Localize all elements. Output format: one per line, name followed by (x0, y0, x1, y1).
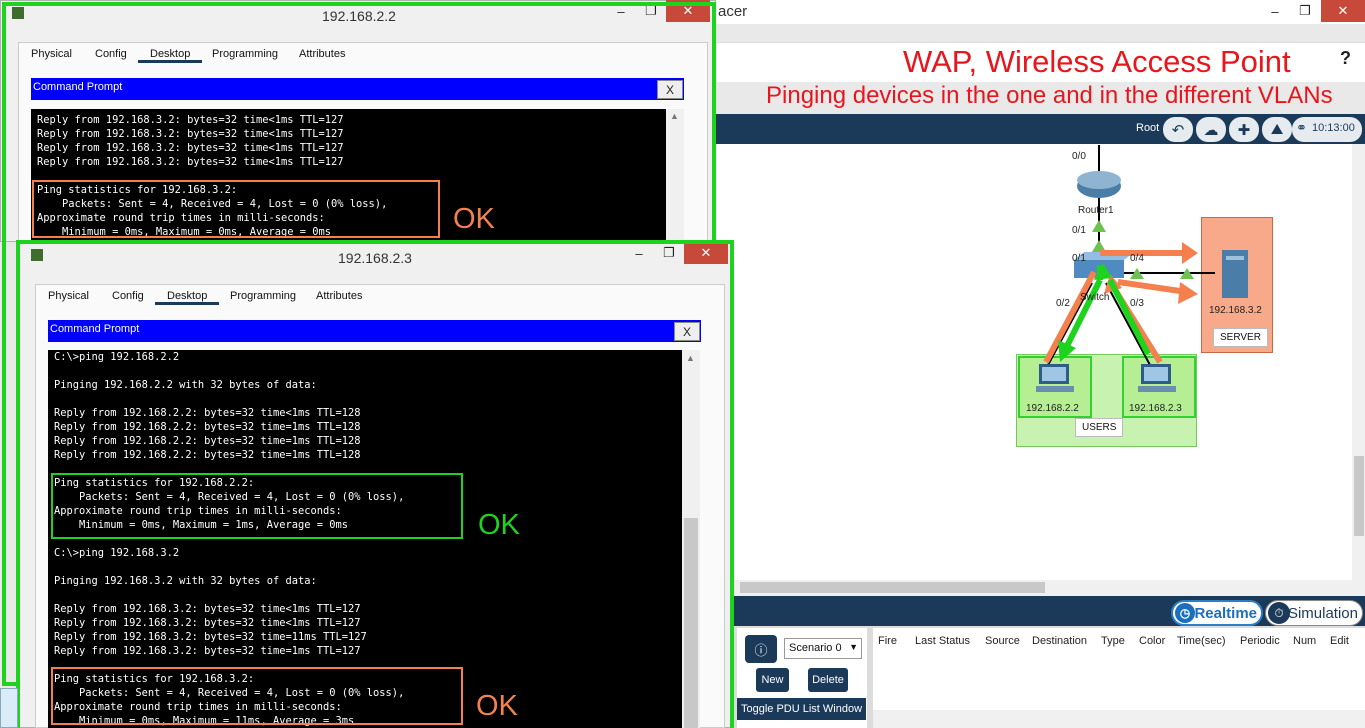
column-header[interactable]: Source (985, 635, 1020, 647)
router-port-bottom: 0/1 (1072, 225, 1086, 236)
column-header[interactable]: Fire (878, 635, 897, 647)
cloud-icon[interactable]: ☁ (1196, 117, 1226, 142)
router-port-top: 0/0 (1072, 151, 1086, 162)
maximize-button[interactable]: ❐ (1290, 0, 1320, 22)
image-icon[interactable]: ⛰ (1262, 117, 1292, 142)
delete-pdu-button[interactable]: Delete (808, 668, 848, 692)
simulation-label: Simulation (1287, 604, 1358, 622)
pdu-horizontal-scrollbar[interactable] (873, 710, 1365, 728)
network-diagram (1036, 145, 1248, 392)
switch-port-left: 0/2 (1056, 298, 1070, 309)
root-label: Root (1136, 122, 1160, 134)
server-ip-label: 192.168.3.2 (1209, 305, 1262, 316)
overlay-title: WAP, Wireless Access Point (903, 44, 1291, 79)
close-button[interactable]: ✕ (1321, 0, 1365, 22)
scenario-select[interactable]: Scenario 0 ▼ (784, 638, 862, 659)
taskbar-item[interactable] (0, 688, 18, 728)
scenario-value: Scenario 0 (789, 642, 842, 654)
overlay-subtitle: Pinging devices in the one and in the di… (766, 82, 1333, 109)
help-icon[interactable]: ? (1340, 48, 1351, 69)
workspace-vertical-scroll-thumb[interactable] (1354, 456, 1364, 536)
pc-a-ip-label: 192.168.2.2 (1026, 403, 1079, 414)
stopwatch-icon: ⏱ (1268, 602, 1290, 624)
clock-icon: ◷ (1175, 603, 1195, 623)
minimize-button[interactable]: – (1260, 0, 1290, 22)
column-header[interactable]: Num (1293, 635, 1316, 647)
router-label: Router1 (1078, 205, 1114, 216)
column-header[interactable]: Periodic (1240, 635, 1280, 647)
new-pdu-button[interactable]: New (756, 668, 789, 692)
simulation-button[interactable]: ⏱ Simulation (1265, 600, 1363, 626)
column-header[interactable]: Color (1139, 635, 1165, 647)
toggle-pdu-list-button[interactable]: Toggle PDU List Window (737, 698, 866, 720)
globe-icon: ⚭ (1296, 120, 1307, 135)
back-arrow-icon[interactable]: ↶ (1163, 117, 1193, 142)
info-icon[interactable]: ⓘ (745, 635, 777, 663)
switch-port-top: 0/1 (1072, 253, 1086, 264)
users-group-label: USERS (1075, 418, 1124, 437)
realtime-button[interactable]: ◷ Realtime (1171, 600, 1263, 626)
chevron-down-icon: ▼ (849, 642, 858, 652)
column-header[interactable]: Destination (1032, 635, 1087, 647)
workspace-horizontal-scroll-thumb[interactable] (740, 582, 1045, 593)
switch-port-right: 0/4 (1130, 253, 1144, 264)
app-title: acer (718, 3, 748, 20)
column-header[interactable]: Edit (1330, 635, 1349, 647)
server-group-label: SERVER (1213, 328, 1268, 347)
pc-b-ip-label: 192.168.2.3 (1129, 403, 1182, 414)
column-header[interactable]: Time(sec) (1177, 635, 1225, 647)
green-frame-window2 (16, 240, 734, 728)
switch-port-right-bottom: 0/3 (1130, 298, 1144, 309)
clock-readout: 10:13:00 (1312, 122, 1355, 134)
column-header[interactable]: Last Status (915, 635, 970, 647)
link-light-router (1092, 220, 1106, 232)
move-icon[interactable]: ✚ (1229, 117, 1259, 142)
realtime-label: Realtime (1194, 604, 1257, 622)
switch-label: Switch (1080, 292, 1110, 303)
switch-pc-b-cable (1105, 282, 1151, 366)
column-header[interactable]: Type (1101, 635, 1125, 647)
